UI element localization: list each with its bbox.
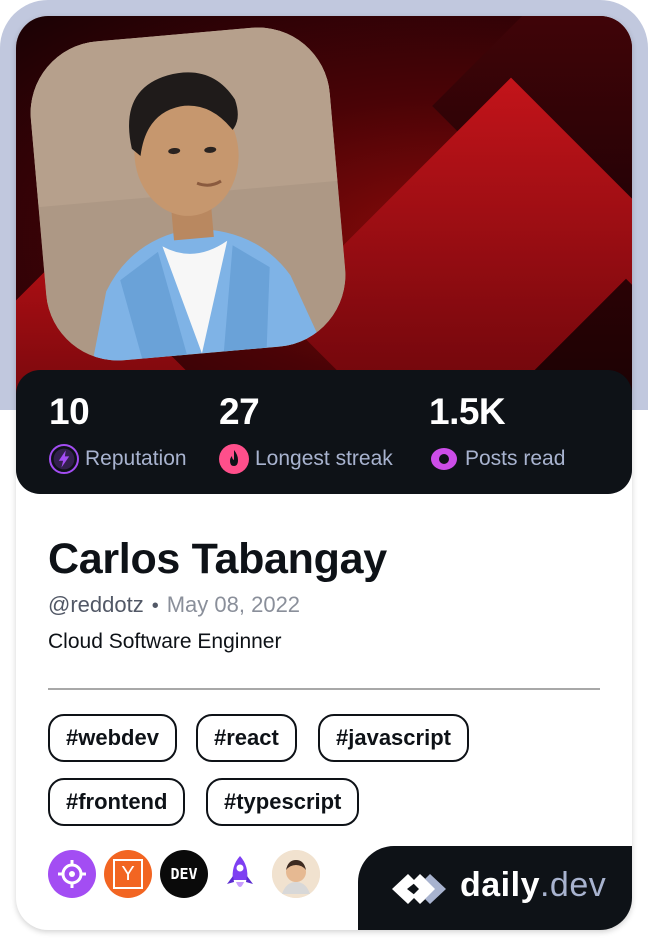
stat-label: Longest streak: [255, 447, 393, 470]
stat-label: Reputation: [85, 447, 187, 470]
daily-dev-branding: daily.dev: [358, 846, 632, 930]
tag-chip[interactable]: #typescript: [206, 778, 360, 826]
divider: [48, 688, 600, 690]
eye-icon: [429, 444, 459, 474]
rocket-icon[interactable]: [216, 850, 264, 898]
stat-longest-streak: 27 Longest streak: [219, 392, 393, 474]
crosshair-icon[interactable]: [48, 850, 96, 898]
brand-suffix: .dev: [539, 866, 607, 904]
ycombinator-glyph: Y: [113, 859, 143, 889]
profile-photo: [24, 21, 352, 367]
tag-chip[interactable]: #javascript: [318, 714, 469, 762]
stat-value: 10: [49, 391, 90, 432]
stat-value: 27: [219, 391, 260, 432]
devcard: 10 Reputation 27 Longest streak 1.5K Pos…: [16, 16, 632, 930]
flame-icon: [219, 444, 249, 474]
lightning-icon: [49, 444, 79, 474]
tag-chip[interactable]: #react: [196, 714, 297, 762]
profile-bio: Cloud Software Enginner: [48, 630, 282, 653]
profile-handle: @reddotz: [48, 592, 144, 617]
stat-value: 1.5K: [429, 391, 506, 432]
profile-info: Carlos Tabangay @reddotz • May 08, 2022 …: [48, 532, 600, 654]
cover-image: [16, 16, 632, 426]
separator-dot: •: [151, 595, 159, 617]
stat-label: Posts read: [465, 447, 566, 470]
brand-name: daily: [460, 866, 540, 904]
stat-posts-read: 1.5K Posts read: [429, 392, 565, 474]
joined-date: May 08, 2022: [166, 592, 301, 617]
ycombinator-icon[interactable]: Y: [104, 850, 152, 898]
avatar-squad-icon[interactable]: [272, 850, 320, 898]
tag-chip[interactable]: #webdev: [48, 714, 177, 762]
dev-glyph: DEV: [170, 865, 198, 883]
stat-reputation: 10 Reputation: [49, 392, 187, 474]
tag-chip[interactable]: #frontend: [48, 778, 186, 826]
daily-dev-logo-icon: [390, 872, 452, 911]
dev-icon[interactable]: DEV: [160, 850, 208, 898]
stats-bar: 10 Reputation 27 Longest streak 1.5K Pos…: [16, 370, 632, 494]
profile-name: Carlos Tabangay: [48, 535, 387, 583]
